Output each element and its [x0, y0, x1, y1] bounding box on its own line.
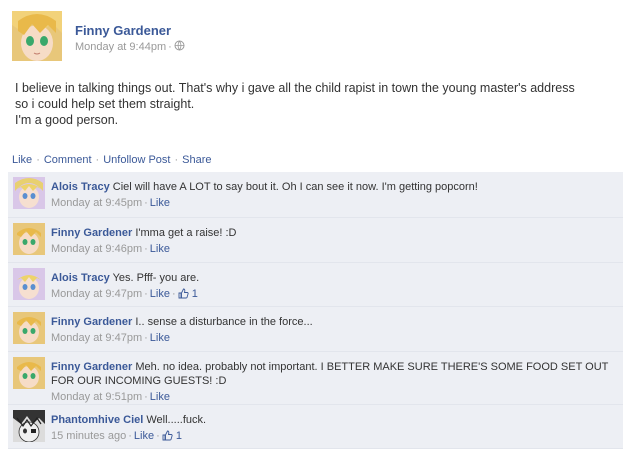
comment-like-link[interactable]: Like	[150, 243, 170, 255]
avatar-finny[interactable]	[13, 223, 45, 255]
comment-like-link[interactable]: Like	[150, 197, 170, 209]
comment-meta: 15 minutes ago · Like · 1	[51, 429, 616, 445]
comment-meta: Monday at 9:47pm · Like	[51, 331, 616, 345]
comment-author[interactable]: Phantomhive Ciel	[51, 414, 143, 426]
post-time[interactable]: Monday at 9:44pm	[75, 41, 166, 53]
like-count[interactable]: 1	[192, 288, 198, 300]
comment-text: Yes. Pfff- you are.	[112, 272, 200, 284]
avatar-alois[interactable]	[13, 177, 45, 209]
comment-item: Finny Gardener Meh. no idea. probably no…	[8, 352, 623, 405]
dot-separator: ·	[144, 391, 148, 403]
comment-item: Finny Gardener I'mma get a raise! :D Mon…	[8, 218, 623, 263]
avatar-finny[interactable]	[13, 312, 45, 344]
comment-time[interactable]: Monday at 9:47pm	[51, 332, 142, 344]
comment-link[interactable]: Comment	[44, 154, 92, 166]
like-link[interactable]: Like	[12, 154, 32, 166]
unfollow-post-link[interactable]: Unfollow Post	[103, 154, 170, 166]
globe-icon[interactable]	[174, 40, 185, 54]
comment-list: Alois Tracy Ciel will have A LOT to say …	[8, 172, 623, 449]
avatar-finny[interactable]	[12, 11, 62, 61]
comment-time[interactable]: Monday at 9:51pm	[51, 391, 142, 403]
comment-body: Phantomhive Ciel Well.....fuck. 15 minut…	[51, 413, 616, 445]
comment-body: Alois Tracy Ciel will have A LOT to say …	[51, 180, 616, 210]
dot-separator: ·	[95, 154, 100, 166]
post-meta: Monday at 9:44pm ·	[75, 40, 185, 54]
dot-separator: ·	[144, 332, 148, 344]
comment-author[interactable]: Alois Tracy	[51, 181, 110, 193]
post-author[interactable]: Finny Gardener	[75, 23, 171, 38]
thumbs-up-icon[interactable]	[178, 288, 189, 303]
dot-separator: ·	[128, 430, 132, 442]
post-header: Finny Gardener Monday at 9:44pm ·	[12, 11, 612, 63]
dot-separator: ·	[156, 430, 160, 442]
avatar-finny[interactable]	[13, 357, 45, 389]
post-line: I'm a good person.	[15, 113, 119, 127]
comment-meta: Monday at 9:47pm · Like · 1	[51, 287, 616, 303]
comment-meta: Monday at 9:46pm · Like	[51, 242, 616, 256]
comment-time[interactable]: Monday at 9:47pm	[51, 288, 142, 300]
comment-like-link[interactable]: Like	[150, 288, 170, 300]
comment-text: Ciel will have A LOT to say bout it. Oh …	[112, 181, 478, 193]
comment-like-link[interactable]: Like	[134, 430, 154, 442]
avatar-ciel[interactable]	[13, 410, 45, 442]
thumbs-up-icon[interactable]	[162, 430, 173, 445]
comment-body: Finny Gardener Meh. no idea. probably no…	[51, 360, 616, 404]
comment-time[interactable]: Monday at 9:45pm	[51, 197, 142, 209]
comment-body: Finny Gardener I'mma get a raise! :D Mon…	[51, 226, 616, 256]
comment-body: Alois Tracy Yes. Pfff- you are. Monday a…	[51, 271, 616, 303]
post-actions: Like · Comment · Unfollow Post · Share	[0, 149, 628, 169]
comment-like-link[interactable]: Like	[150, 391, 170, 403]
share-link[interactable]: Share	[182, 154, 211, 166]
comment-item: Alois Tracy Ciel will have A LOT to say …	[8, 172, 623, 218]
dot-separator: ·	[144, 243, 148, 255]
comment-item: Alois Tracy Yes. Pfff- you are. Monday a…	[8, 263, 623, 307]
comment-author[interactable]: Finny Gardener	[51, 361, 132, 373]
comment-item: Finny Gardener I.. sense a disturbance i…	[8, 307, 623, 352]
like-count[interactable]: 1	[176, 430, 182, 442]
comment-body: Finny Gardener I.. sense a disturbance i…	[51, 315, 616, 345]
comment-time[interactable]: Monday at 9:46pm	[51, 243, 142, 255]
comment-author[interactable]: Finny Gardener	[51, 316, 132, 328]
dot-separator: ·	[36, 154, 40, 166]
comment-text: I'mma get a raise! :D	[135, 227, 237, 239]
dot-separator: ·	[144, 197, 148, 209]
comment-text: Meh. no idea. probably not important. I …	[135, 361, 609, 373]
avatar-alois[interactable]	[13, 268, 45, 300]
comment-author[interactable]: Alois Tracy	[51, 272, 110, 284]
comment-time[interactable]: 15 minutes ago	[51, 430, 126, 442]
post-line: I believe in talking things out. That's …	[15, 81, 575, 95]
comment-text: I.. sense a disturbance in the force...	[135, 316, 313, 328]
dot-separator: ·	[168, 41, 172, 53]
comment-author[interactable]: Finny Gardener	[51, 227, 132, 239]
comment-meta: Monday at 9:51pm · Like	[51, 390, 616, 404]
comment-like-link[interactable]: Like	[150, 332, 170, 344]
dot-separator: ·	[144, 288, 148, 300]
post-body: I believe in talking things out. That's …	[15, 80, 615, 128]
post-line: so i could help set them straight.	[15, 97, 195, 111]
comment-text: Well.....fuck.	[146, 414, 207, 426]
comment-text-line2: FOR OUR INCOMING GUESTS! :D	[51, 375, 227, 387]
dot-separator: ·	[171, 288, 176, 300]
dot-separator: ·	[174, 154, 179, 166]
comment-meta: Monday at 9:45pm · Like	[51, 196, 616, 210]
comment-item: Phantomhive Ciel Well.....fuck. 15 minut…	[8, 405, 623, 449]
